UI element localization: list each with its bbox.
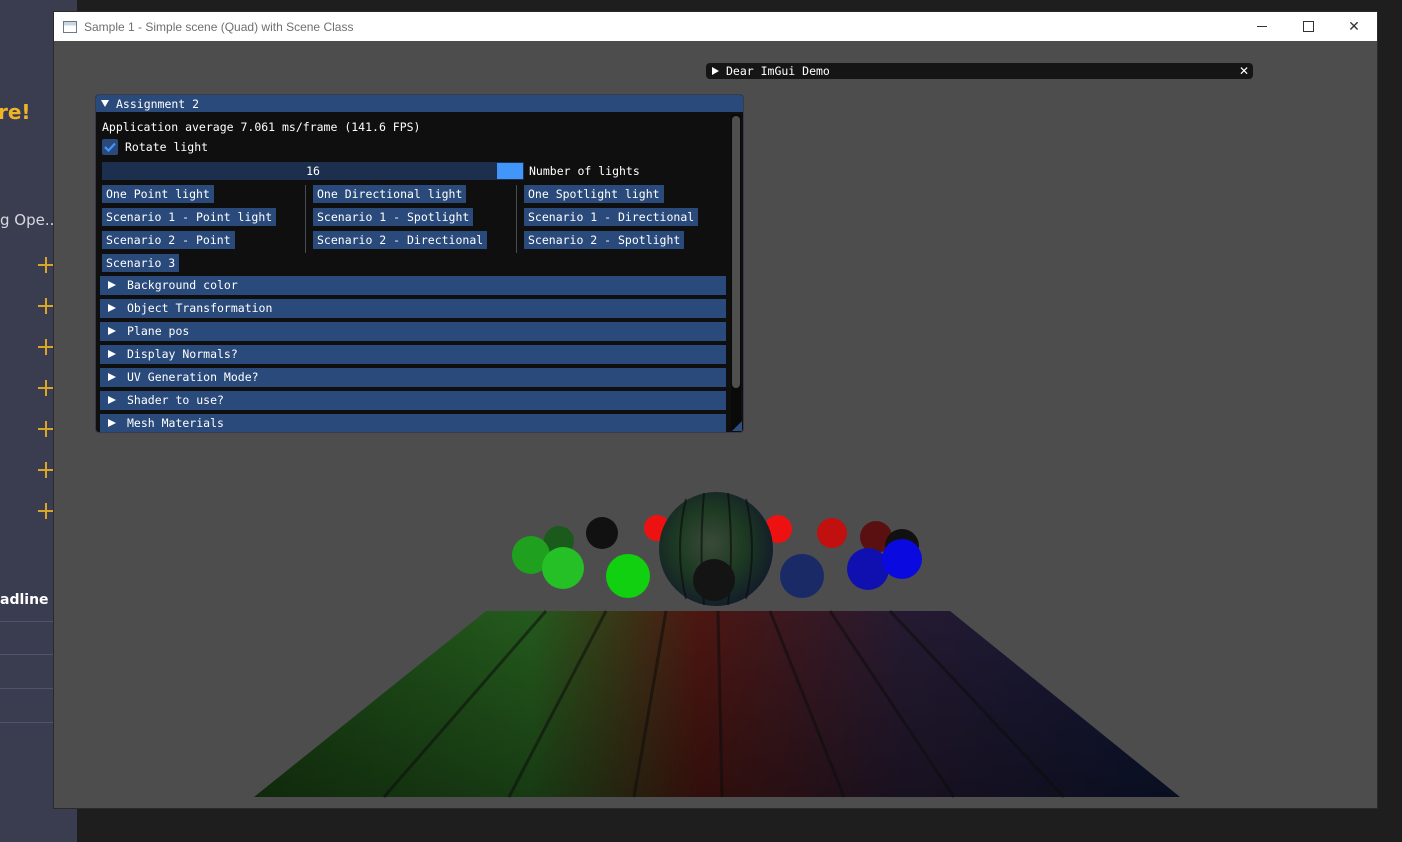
column-separator [305, 185, 306, 253]
fps-readout: Application average 7.061 ms/frame (141.… [102, 120, 421, 134]
expand-arrow-icon[interactable] [712, 67, 719, 75]
header-label: Object Transformation [127, 301, 273, 315]
background-headline: re! [0, 100, 31, 124]
slider-label: Number of lights [529, 164, 640, 178]
scenario1-point-light-button[interactable]: Scenario 1 - Point light [102, 208, 277, 226]
slider-grab[interactable] [497, 163, 523, 179]
expand-arrow-icon [108, 373, 116, 381]
scenario2-point-button[interactable]: Scenario 2 - Point [102, 231, 235, 249]
one-directional-light-button[interactable]: One Directional light [313, 185, 467, 203]
number-of-lights-slider[interactable]: 16 [102, 162, 524, 180]
panel-scrollbar[interactable] [731, 114, 741, 430]
minimize-button[interactable] [1239, 12, 1285, 41]
title-bar[interactable]: Sample 1 - Simple scene (Quad) with Scen… [54, 12, 1377, 41]
slider-value: 16 [306, 164, 320, 178]
demo-window-title: Dear ImGui Demo [726, 64, 830, 78]
background-list-item[interactable]: g Ope... [0, 211, 59, 229]
collapse-arrow-icon[interactable] [101, 100, 109, 107]
checkmark-icon [104, 142, 116, 152]
scenario1-spotlight-button[interactable]: Scenario 1 - Spotlight [313, 208, 474, 226]
header-shader-to-use[interactable]: Shader to use? [100, 391, 726, 410]
header-label: Plane pos [127, 324, 190, 338]
rotate-light-checkbox[interactable] [102, 139, 118, 155]
textured-sphere [659, 492, 773, 606]
rotate-light-label: Rotate light [125, 140, 209, 154]
scrollbar-thumb[interactable] [732, 116, 740, 388]
header-label: Display Normals? [127, 347, 238, 361]
demo-window-titlebar[interactable]: Dear ImGui Demo ✕ [706, 63, 1253, 79]
expand-arrow-icon [108, 419, 116, 427]
app-icon [63, 20, 77, 33]
expand-arrow-icon [108, 304, 116, 312]
expand-arrow-icon [108, 327, 116, 335]
app-window: Sample 1 - Simple scene (Quad) with Scen… [53, 11, 1378, 809]
expand-arrow-icon [108, 281, 116, 289]
scenario3-button[interactable]: Scenario 3 [102, 254, 180, 272]
header-label: UV Generation Mode? [127, 370, 259, 384]
maximize-button[interactable] [1285, 12, 1331, 41]
header-label: Mesh Materials [127, 416, 224, 430]
resize-grip[interactable] [732, 421, 742, 431]
header-background-color[interactable]: Background color [100, 276, 726, 295]
scenario1-directional-button[interactable]: Scenario 1 - Directional [524, 208, 699, 226]
column-separator [516, 185, 517, 253]
header-plane-pos[interactable]: Plane pos [100, 322, 726, 341]
scenario2-spotlight-button[interactable]: Scenario 2 - Spotlight [524, 231, 685, 249]
header-display-normals[interactable]: Display Normals? [100, 345, 726, 364]
panel-titlebar[interactable]: Assignment 2 [96, 95, 743, 112]
one-point-light-button[interactable]: One Point light [102, 185, 214, 203]
scenario2-directional-button[interactable]: Scenario 2 - Directional [313, 231, 488, 249]
expand-arrow-icon [108, 396, 116, 404]
expand-arrow-icon [108, 350, 116, 358]
close-icon[interactable]: ✕ [1239, 63, 1249, 79]
header-label: Shader to use? [127, 393, 224, 407]
header-label: Background color [127, 278, 238, 292]
header-mesh-materials[interactable]: Mesh Materials [100, 414, 726, 432]
panel-title: Assignment 2 [116, 96, 200, 111]
header-object-transformation[interactable]: Object Transformation [100, 299, 726, 318]
background-deadline-label: adline [0, 592, 49, 608]
header-uv-generation-mode[interactable]: UV Generation Mode? [100, 368, 726, 387]
close-button[interactable]: ✕ [1331, 12, 1377, 41]
assignment-panel: Assignment 2 Application average 7.061 m… [95, 94, 744, 433]
one-spotlight-light-button[interactable]: One Spotlight light [524, 185, 664, 203]
window-title: Sample 1 - Simple scene (Quad) with Scen… [84, 19, 354, 34]
render-viewport[interactable]: Dear ImGui Demo ✕ Assignment 2 Applicati… [54, 41, 1377, 808]
